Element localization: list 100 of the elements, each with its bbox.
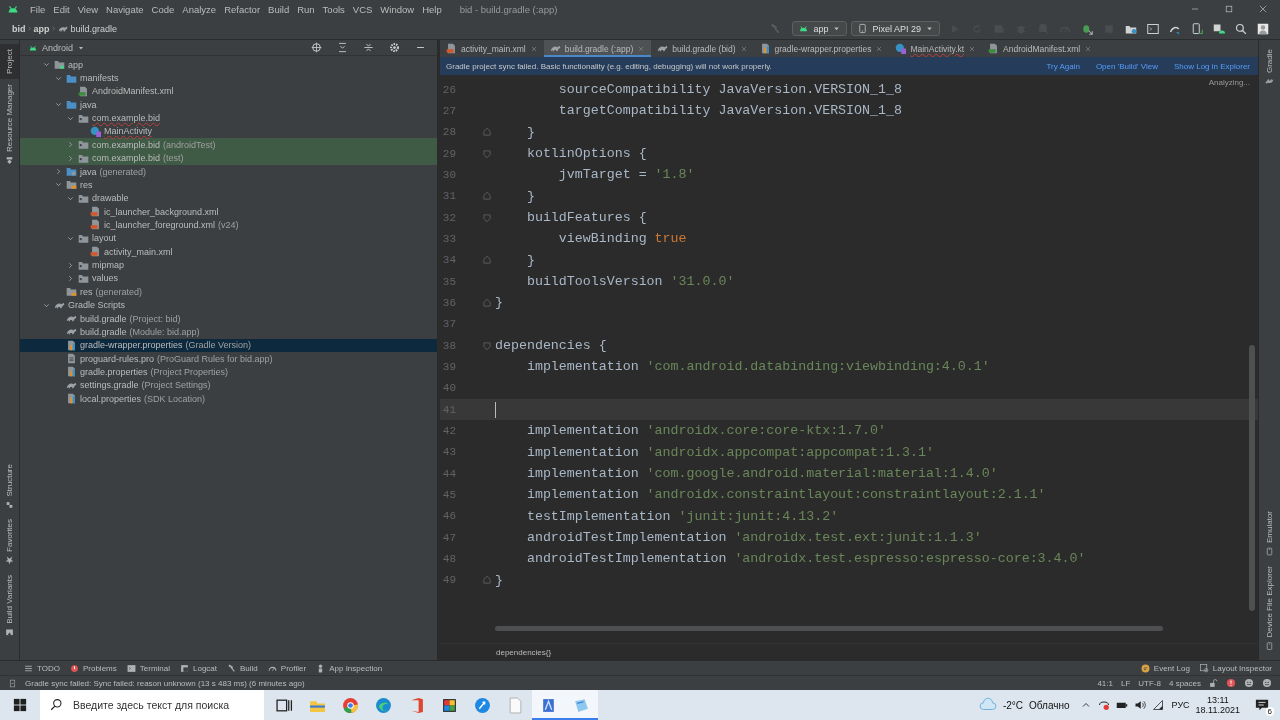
tree-item[interactable]: java (generated) bbox=[20, 164, 437, 179]
tool-window-tab[interactable]: Project bbox=[0, 44, 19, 79]
code-breadcrumb[interactable]: dependencies{} bbox=[496, 647, 552, 657]
banner-link[interactable]: Open 'Build' View bbox=[1095, 61, 1158, 71]
run-config-dropdown[interactable]: app bbox=[792, 21, 848, 36]
editor-tab[interactable]: build.gradle (:app) bbox=[543, 40, 652, 57]
chevron-right-icon[interactable] bbox=[66, 260, 75, 270]
signal-icon[interactable] bbox=[1151, 699, 1164, 711]
menu-item[interactable]: Analyze bbox=[178, 3, 221, 15]
tree-item[interactable]: settings.gradle (Project Settings) bbox=[20, 378, 437, 392]
menu-item[interactable]: View bbox=[73, 3, 103, 15]
speaker-icon[interactable] bbox=[1133, 699, 1146, 711]
chevron-right-icon[interactable] bbox=[54, 167, 63, 177]
chevron-right-icon[interactable] bbox=[66, 140, 75, 150]
input-language[interactable]: РУС bbox=[1171, 700, 1190, 710]
panel-toggle-icon[interactable] bbox=[8, 678, 17, 688]
tree-item[interactable]: app bbox=[20, 58, 437, 72]
tool-window-tab[interactable]: Gradle bbox=[1259, 44, 1280, 91]
device-dropdown[interactable]: Pixel API 29 bbox=[851, 21, 940, 36]
fold-marker-icon[interactable] bbox=[482, 191, 492, 202]
tree-item[interactable]: Gradle Scripts bbox=[20, 298, 437, 312]
menu-item[interactable]: Code bbox=[147, 3, 179, 15]
editor-tab[interactable]: build.gradle (bid) bbox=[651, 40, 754, 57]
fold-marker-icon[interactable] bbox=[482, 575, 492, 586]
tree-item[interactable]: local.properties (SDK Location) bbox=[20, 392, 437, 406]
tree-item[interactable]: drawable bbox=[20, 191, 437, 205]
tool-window-button[interactable]: Layout Inspector bbox=[1199, 663, 1272, 673]
menu-item[interactable]: File bbox=[26, 3, 50, 15]
tool-window-tab[interactable]: Favorites bbox=[0, 514, 19, 571]
tool-window-tab[interactable]: Emulator bbox=[1259, 506, 1280, 562]
fold-marker-icon[interactable] bbox=[482, 127, 492, 138]
tree-item[interactable]: activity_main.xml bbox=[20, 245, 437, 259]
menu-item[interactable]: VCS bbox=[348, 3, 377, 15]
tree-item[interactable]: mipmap bbox=[20, 258, 437, 272]
breadcrumb[interactable]: app bbox=[33, 23, 50, 34]
vertical-scrollbar[interactable] bbox=[1249, 345, 1255, 611]
menu-item[interactable]: Refactor bbox=[220, 3, 265, 15]
menu-item[interactable]: Window bbox=[376, 3, 419, 15]
chevron-right-icon[interactable] bbox=[66, 153, 75, 163]
tool-window-tab[interactable]: Device File Explorer bbox=[1259, 561, 1280, 656]
status-item[interactable]: 4 spaces bbox=[1168, 678, 1201, 688]
tree-item[interactable]: build.gradle (Project: bid) bbox=[20, 311, 437, 326]
close-icon[interactable] bbox=[1084, 44, 1093, 53]
tree-item[interactable]: AndroidManifest.xml bbox=[20, 84, 437, 99]
tree-item[interactable]: java bbox=[20, 98, 437, 112]
fold-marker-icon[interactable] bbox=[482, 255, 492, 266]
tree-item[interactable]: layout bbox=[20, 231, 437, 246]
menu-item[interactable]: Help bbox=[418, 3, 446, 15]
menu-item[interactable]: Navigate bbox=[102, 3, 148, 15]
tool-window-button[interactable]: Build bbox=[227, 663, 258, 673]
tool-window-button[interactable]: Logcat bbox=[180, 663, 218, 673]
editor-tab[interactable]: gradle-wrapper.properties bbox=[753, 40, 890, 57]
tool-window-button[interactable]: TODO bbox=[24, 663, 60, 673]
tool-window-tab[interactable]: Resource Manager bbox=[0, 78, 19, 170]
tool-window-tab[interactable]: Build Variants bbox=[0, 570, 19, 642]
fold-marker-icon[interactable] bbox=[482, 297, 492, 308]
tool-window-button[interactable]: App Inspection bbox=[316, 663, 383, 673]
close-icon[interactable] bbox=[968, 44, 977, 53]
menu-item[interactable]: Run bbox=[293, 3, 319, 15]
tree-item[interactable]: values bbox=[20, 271, 437, 286]
chevron-right-icon[interactable] bbox=[66, 273, 75, 283]
search-field[interactable]: Введите здесь текст для поиска bbox=[40, 690, 264, 720]
tree-item[interactable]: com.example.bid bbox=[20, 111, 437, 125]
banner-link[interactable]: Show Log in Explorer bbox=[1173, 61, 1250, 71]
tree-item[interactable]: MainActivity bbox=[20, 124, 437, 139]
menu-item[interactable]: Build bbox=[264, 3, 294, 15]
tree-item[interactable]: build.gradle (Module: bid.app) bbox=[20, 325, 437, 339]
editor-tab[interactable]: activity_main.xml bbox=[440, 40, 544, 57]
tool-window-button[interactable]: Profiler bbox=[267, 663, 307, 673]
tool-window-button[interactable]: Event Log bbox=[1140, 663, 1190, 673]
tool-window-button[interactable]: Terminal bbox=[126, 663, 170, 673]
close-icon[interactable] bbox=[529, 44, 538, 53]
tree-item[interactable]: ic_launcher_background.xml bbox=[20, 204, 437, 219]
tree-item[interactable]: manifests bbox=[20, 71, 437, 85]
status-item[interactable]: LF bbox=[1120, 678, 1131, 688]
tree-item[interactable]: com.example.bid (androidTest) bbox=[20, 138, 437, 152]
view-dropdown[interactable]: Android bbox=[42, 42, 86, 53]
network-error-icon[interactable] bbox=[1097, 699, 1110, 711]
close-icon[interactable] bbox=[637, 44, 646, 53]
breadcrumb[interactable]: bid bbox=[12, 23, 26, 34]
editor-tab[interactable]: AndroidManifest.xml bbox=[982, 40, 1099, 57]
tree-item[interactable]: gradle-wrapper.properties (Gradle Version) bbox=[20, 338, 437, 352]
menu-item[interactable]: Tools bbox=[318, 3, 349, 15]
menu-item[interactable]: Edit bbox=[49, 3, 74, 15]
tree-item[interactable]: ic_launcher_foreground.xml (v24) bbox=[20, 218, 437, 232]
tree-item[interactable]: proguard-rules.pro (ProGuard Rules for bid.app) bbox=[20, 351, 437, 366]
close-icon[interactable] bbox=[739, 44, 748, 53]
breadcrumb[interactable]: build.gradle bbox=[70, 23, 118, 34]
horizontal-scrollbar[interactable] bbox=[495, 626, 1163, 631]
tree-item[interactable]: res (generated) bbox=[20, 285, 437, 299]
banner-link[interactable]: Try Again bbox=[1046, 61, 1080, 71]
tree-item[interactable]: res bbox=[20, 178, 437, 192]
status-item[interactable]: UTF-8 bbox=[1138, 678, 1161, 688]
editor-tab[interactable]: MainActivity.kt bbox=[889, 40, 983, 57]
tree-item[interactable]: gradle.properties (Project Properties) bbox=[20, 365, 437, 379]
fold-marker-icon[interactable] bbox=[482, 212, 492, 223]
fold-marker-icon[interactable] bbox=[482, 148, 492, 159]
notification-icon[interactable] bbox=[1255, 698, 1269, 712]
status-item[interactable]: 41:1 bbox=[1097, 678, 1113, 688]
close-icon[interactable] bbox=[875, 44, 884, 53]
